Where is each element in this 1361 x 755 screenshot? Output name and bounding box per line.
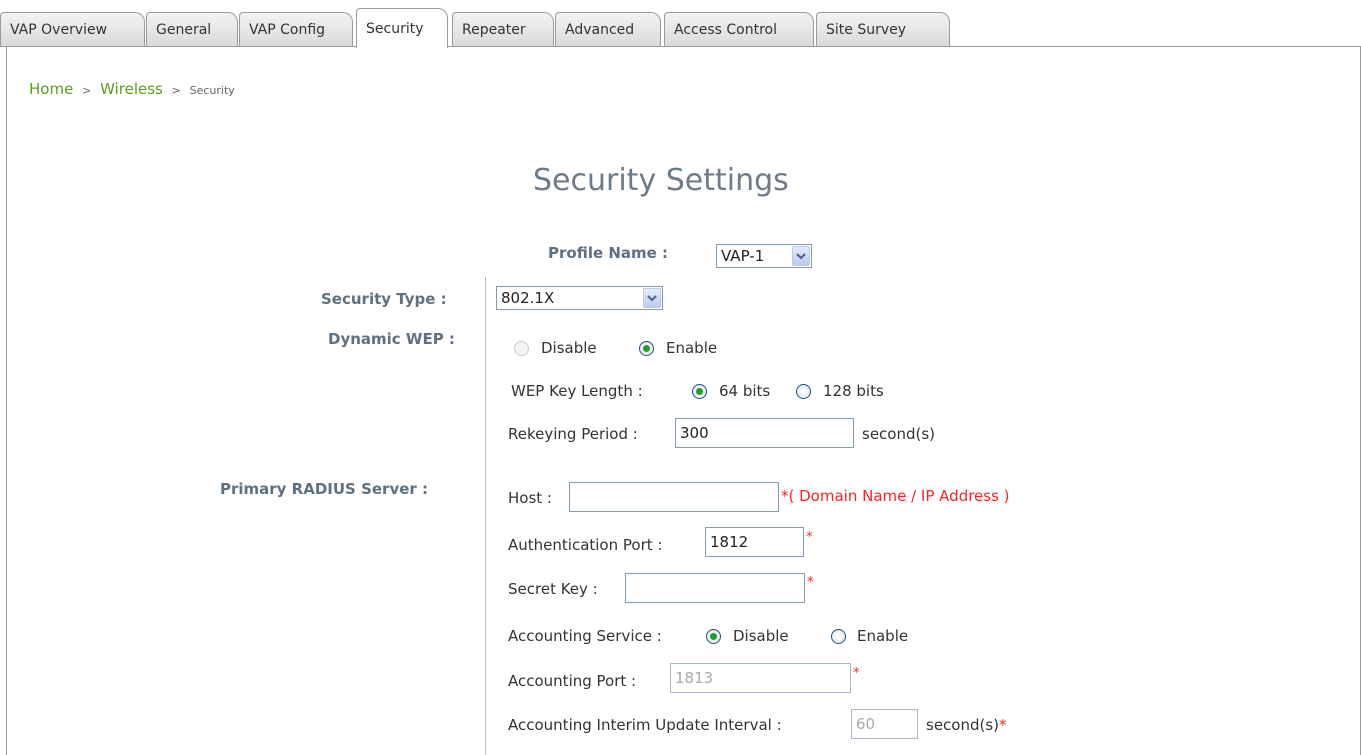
required-marker: * bbox=[781, 487, 789, 505]
secret-key-input[interactable] bbox=[625, 573, 805, 603]
wep-key-128-label: 128 bits bbox=[823, 382, 884, 400]
accounting-interim-input bbox=[851, 709, 918, 739]
tab-label: Security bbox=[366, 20, 424, 37]
required-marker: * bbox=[807, 575, 814, 590]
dynamic-wep-enable-label: Enable bbox=[666, 339, 718, 357]
secret-key-label: Secret Key : bbox=[508, 580, 598, 598]
interim-unit-text: second(s) bbox=[926, 716, 1000, 734]
required-marker: * bbox=[853, 666, 860, 681]
breadcrumb-home-link[interactable]: Home bbox=[29, 80, 73, 98]
host-label: Host : bbox=[508, 489, 552, 507]
tab-vap-overview[interactable]: VAP Overview bbox=[0, 12, 145, 47]
content-panel bbox=[6, 46, 1361, 755]
host-input[interactable] bbox=[569, 482, 779, 512]
accounting-service-label: Accounting Service : bbox=[508, 627, 662, 645]
host-hint-text: ( Domain Name / IP Address ) bbox=[788, 487, 1010, 505]
wep-key-length-label: WEP Key Length : bbox=[511, 382, 643, 400]
tab-site-survey[interactable]: Site Survey bbox=[816, 12, 950, 47]
breadcrumb-current: Security bbox=[189, 84, 235, 97]
primary-radius-server-label: Primary RADIUS Server : bbox=[220, 480, 429, 498]
accounting-disable-radio[interactable] bbox=[706, 629, 721, 644]
tab-bar: VAP Overview General VAP Config Security… bbox=[0, 0, 1361, 48]
dynamic-wep-disable-label: Disable bbox=[541, 339, 597, 357]
accounting-port-label: Accounting Port : bbox=[508, 672, 637, 690]
security-type-select[interactable]: 802.1X bbox=[496, 286, 663, 310]
breadcrumb-wireless-link[interactable]: Wireless bbox=[100, 80, 163, 98]
tab-label: VAP Config bbox=[249, 22, 326, 38]
accounting-interim-label: Accounting Interim Update Interval : bbox=[508, 716, 782, 734]
chevron-down-icon bbox=[643, 288, 661, 308]
tab-label: Site Survey bbox=[826, 22, 907, 38]
breadcrumb: Home > Wireless > Security bbox=[29, 80, 235, 98]
accounting-port-input bbox=[670, 663, 851, 693]
wep-key-128-radio[interactable] bbox=[796, 384, 811, 399]
accounting-disable-label: Disable bbox=[733, 627, 789, 645]
rekeying-period-input[interactable] bbox=[675, 418, 854, 448]
profile-name-label: Profile Name : bbox=[548, 244, 669, 262]
tab-security[interactable]: Security bbox=[356, 8, 448, 48]
tab-advanced[interactable]: Advanced bbox=[555, 12, 661, 47]
tab-label: Access Control bbox=[674, 22, 777, 38]
required-marker: * bbox=[806, 530, 813, 545]
tab-vap-config[interactable]: VAP Config bbox=[239, 12, 353, 47]
dynamic-wep-disable-radio bbox=[514, 341, 529, 356]
authentication-port-input[interactable] bbox=[705, 527, 804, 557]
tab-label: General bbox=[156, 22, 212, 38]
wep-key-64-label: 64 bits bbox=[719, 382, 771, 400]
wep-key-64-radio[interactable] bbox=[692, 384, 707, 399]
tab-label: Advanced bbox=[565, 22, 635, 38]
tab-general[interactable]: General bbox=[146, 12, 238, 47]
chevron-down-icon bbox=[792, 246, 810, 266]
accounting-enable-label: Enable bbox=[857, 627, 909, 645]
breadcrumb-separator: > bbox=[82, 84, 92, 97]
accounting-enable-radio[interactable] bbox=[831, 629, 846, 644]
security-type-value: 802.1X bbox=[501, 289, 555, 307]
tab-baseline bbox=[0, 46, 1361, 47]
rekeying-period-label: Rekeying Period : bbox=[508, 425, 638, 443]
authentication-port-label: Authentication Port : bbox=[508, 536, 663, 554]
rekeying-period-unit: second(s) bbox=[862, 425, 936, 443]
tab-access-control[interactable]: Access Control bbox=[664, 12, 814, 47]
required-marker: * bbox=[999, 716, 1007, 734]
tab-label: VAP Overview bbox=[10, 22, 108, 38]
tab-label: Repeater bbox=[462, 22, 526, 38]
tab-repeater[interactable]: Repeater bbox=[452, 12, 554, 47]
security-type-label: Security Type : bbox=[321, 290, 447, 308]
profile-name-select[interactable]: VAP-1 bbox=[716, 244, 812, 268]
form-divider bbox=[485, 277, 486, 755]
accounting-interim-unit: second(s)* bbox=[926, 716, 1007, 734]
breadcrumb-separator: > bbox=[171, 84, 181, 97]
dynamic-wep-label: Dynamic WEP : bbox=[328, 330, 455, 348]
host-hint: *( Domain Name / IP Address ) bbox=[781, 487, 1010, 505]
dynamic-wep-enable-radio[interactable] bbox=[639, 341, 654, 356]
page-title: Security Settings bbox=[533, 163, 789, 198]
profile-name-value: VAP-1 bbox=[721, 247, 765, 265]
